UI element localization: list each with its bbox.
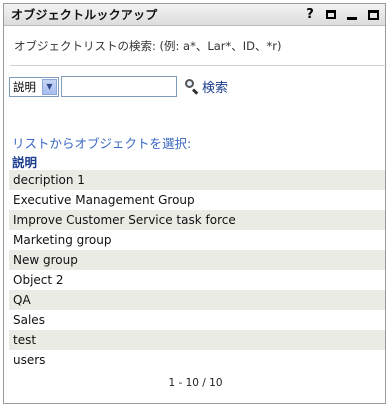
list-item[interactable]: decription 1 [9, 170, 385, 190]
pagination-status: 1 - 10 / 10 [168, 377, 223, 389]
list-caption: リストからオブジェクトを選択: [12, 136, 192, 151]
minimize-icon[interactable] [346, 9, 358, 21]
list-item[interactable]: Improve Customer Service task force [9, 210, 385, 230]
print-icon[interactable] [325, 9, 337, 21]
title-bar: オブジェクトルックアップ ? [4, 4, 385, 26]
list-item[interactable]: New group [9, 250, 385, 270]
list-item[interactable]: Sales [9, 310, 385, 330]
list-item[interactable]: QA [9, 290, 385, 310]
list-item[interactable]: Object 2 [9, 270, 385, 290]
object-list: decription 1 Executive Management Group … [9, 170, 385, 370]
attribute-select-value: 説明 [13, 79, 36, 94]
help-icon[interactable]: ? [304, 6, 316, 22]
help-glyph: ? [306, 6, 314, 22]
search-hint: オブジェクトリストの検索: (例: a*、Lar*、ID、*r) [14, 39, 282, 53]
column-header-description[interactable]: 説明 [12, 152, 37, 171]
search-row: 説明 ▼ 検索 [9, 76, 228, 97]
list-item[interactable]: Marketing group [9, 230, 385, 250]
search-button[interactable]: 検索 [185, 77, 228, 96]
list-item[interactable]: users [9, 350, 385, 370]
window-title: オブジェクトルックアップ [11, 8, 158, 22]
attribute-select[interactable]: 説明 ▼ [9, 76, 59, 97]
search-button-label[interactable]: 検索 [202, 77, 228, 96]
chevron-down-icon[interactable]: ▼ [42, 78, 57, 95]
divider [10, 65, 387, 66]
maximize-icon[interactable] [367, 9, 379, 21]
search-input[interactable] [61, 76, 177, 97]
search-icon[interactable] [185, 79, 199, 95]
list-item[interactable]: test [9, 330, 385, 350]
list-item[interactable]: Executive Management Group [9, 190, 385, 210]
title-bar-controls: ? [304, 6, 379, 22]
